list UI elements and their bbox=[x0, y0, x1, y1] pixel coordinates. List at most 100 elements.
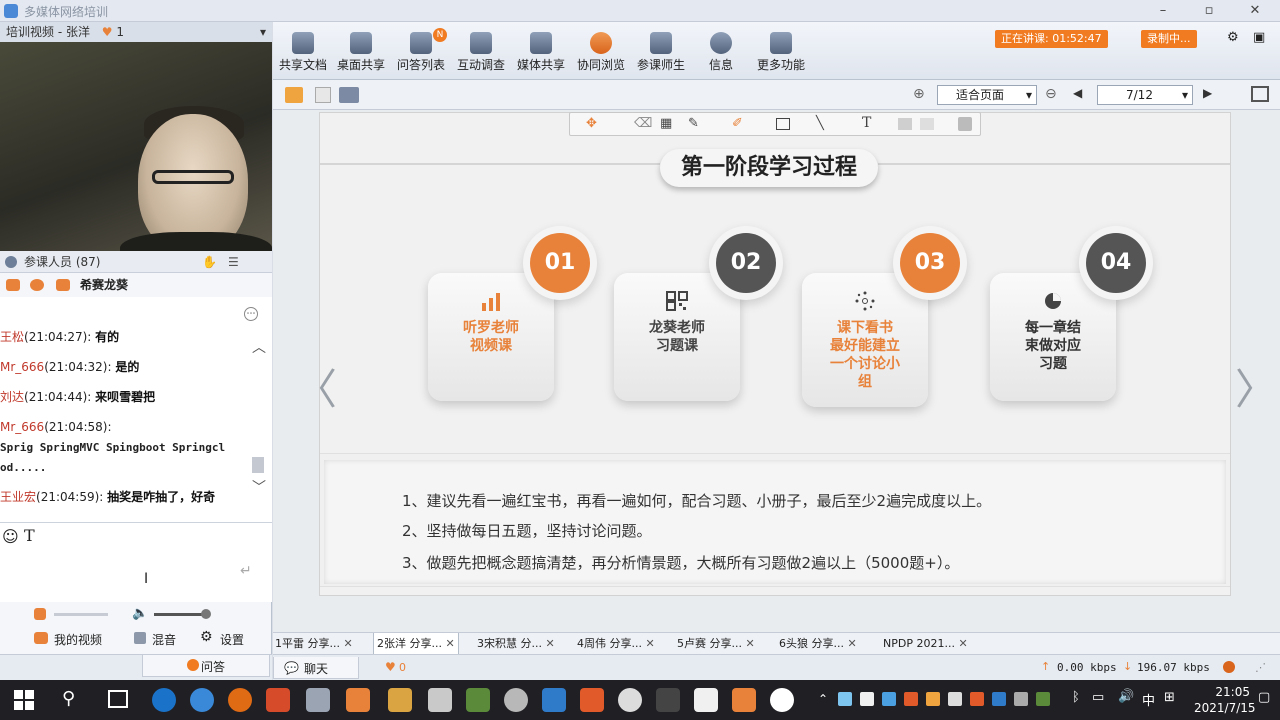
pointer-icon[interactable]: ✥ bbox=[586, 116, 597, 131]
next-page-icon[interactable]: ▶ bbox=[1203, 86, 1212, 100]
mix-button[interactable]: 混音 bbox=[152, 631, 176, 648]
resize-grip-icon[interactable]: ⋰ bbox=[1255, 661, 1266, 674]
wechat-icon[interactable] bbox=[618, 688, 642, 712]
speaker-volume-slider[interactable] bbox=[154, 613, 206, 616]
app-icon-refresh[interactable] bbox=[346, 688, 370, 712]
tray-icon[interactable] bbox=[992, 692, 1006, 706]
mic-icon[interactable] bbox=[6, 279, 20, 291]
mix-icon[interactable] bbox=[134, 632, 146, 644]
zoom-in-icon[interactable]: ⊕ bbox=[913, 86, 925, 102]
pen-icon[interactable] bbox=[56, 279, 70, 291]
app-icon-dark[interactable] bbox=[656, 688, 680, 712]
app-icon-red[interactable] bbox=[266, 688, 290, 712]
media-share-button[interactable]: 媒体共享 bbox=[511, 26, 571, 78]
page-select[interactable]: 7/12 ▾ bbox=[1097, 85, 1193, 105]
co-browse-button[interactable]: 协同浏览 bbox=[571, 26, 631, 78]
speaker-volume-handle[interactable] bbox=[201, 609, 211, 619]
notepad-icon[interactable] bbox=[306, 688, 330, 712]
clock[interactable]: 21:05 2021/7/15 bbox=[1194, 684, 1256, 716]
qa-list-button[interactable]: 问答列表 N bbox=[391, 26, 451, 78]
tray-icon[interactable] bbox=[970, 692, 984, 706]
next-slide-arrow[interactable]: 〉 bbox=[1235, 360, 1277, 420]
line-icon[interactable]: ╲ bbox=[816, 116, 824, 131]
bluetooth-icon[interactable]: ᛒ bbox=[1072, 690, 1080, 705]
doc-tab[interactable]: 3宋积慧 分... ✕ bbox=[477, 633, 555, 655]
tab-chat[interactable]: 💬 聊天 bbox=[273, 657, 359, 679]
send-icon[interactable]: ↵ bbox=[240, 563, 252, 579]
my-video-icon[interactable] bbox=[34, 632, 48, 644]
app-icon-c-orange[interactable] bbox=[732, 688, 756, 712]
task-view-icon[interactable] bbox=[108, 690, 128, 708]
tray-icon[interactable] bbox=[1036, 692, 1050, 706]
minimize-button[interactable]: – bbox=[1140, 0, 1186, 22]
tray-icon[interactable] bbox=[948, 692, 962, 706]
mic-volume-icon[interactable] bbox=[34, 608, 46, 620]
pen-tool-icon[interactable]: ✎ bbox=[688, 116, 699, 131]
prev-slide-arrow[interactable]: 〈 bbox=[295, 360, 337, 420]
volume-tray-icon[interactable]: 🔊 bbox=[1118, 689, 1134, 704]
network-tray-icon[interactable]: ▭ bbox=[1092, 690, 1104, 705]
screenshot-icon[interactable] bbox=[339, 87, 359, 103]
tray-up-icon[interactable]: ⌃ bbox=[818, 692, 828, 706]
app-icon-x[interactable] bbox=[580, 688, 604, 712]
ie-browser-icon[interactable] bbox=[152, 688, 176, 712]
zoom-select[interactable]: 适合页面 ▾ bbox=[937, 85, 1037, 105]
ime-indicator[interactable]: 中 bbox=[1142, 690, 1155, 709]
more-icon[interactable]: ⋯ bbox=[244, 307, 258, 321]
app-icon-white[interactable] bbox=[770, 688, 794, 712]
video-menu-icon[interactable]: ▾ bbox=[260, 22, 266, 42]
folder-icon[interactable] bbox=[388, 688, 412, 712]
participants-bar[interactable]: 参课人员 (87) ✋ ☰ bbox=[0, 251, 272, 273]
ime-mode-icon[interactable]: ⊞ bbox=[1164, 690, 1175, 705]
line-width-icon[interactable] bbox=[920, 118, 934, 130]
text-tool-icon[interactable]: T bbox=[862, 115, 871, 131]
participants-button[interactable]: 参课师生 bbox=[631, 26, 691, 78]
desktop-share-button[interactable]: 桌面共享 bbox=[331, 26, 391, 78]
tray-icon[interactable] bbox=[838, 692, 852, 706]
app-icon-blue-2[interactable] bbox=[542, 688, 566, 712]
info-button[interactable]: 信息 bbox=[691, 26, 751, 78]
lock-icon[interactable]: ▣ bbox=[1253, 30, 1265, 45]
doc-tab[interactable]: 6头狼 分享... ✕ bbox=[779, 633, 857, 655]
settings-button[interactable]: 设置 bbox=[220, 631, 244, 648]
like-heart-icon[interactable]: ♥ bbox=[385, 660, 396, 674]
tray-icon[interactable] bbox=[860, 692, 874, 706]
fill-icon[interactable] bbox=[898, 118, 912, 130]
close-button[interactable]: ✕ bbox=[1232, 0, 1278, 22]
app-icon-orange[interactable] bbox=[228, 688, 252, 712]
maximize-button[interactable]: ▫ bbox=[1186, 0, 1232, 22]
doc-tab[interactable]: NPDP 2021... ✕ bbox=[883, 633, 968, 655]
share-doc-button[interactable]: 共享文档 bbox=[273, 26, 333, 78]
fullscreen-icon[interactable] bbox=[1251, 86, 1269, 102]
paint-icon[interactable] bbox=[428, 688, 452, 712]
notification-icon[interactable]: ▢ bbox=[1258, 690, 1270, 705]
recording-badge[interactable]: 录制中... bbox=[1141, 30, 1197, 48]
camera-icon[interactable] bbox=[30, 279, 44, 291]
shield-icon[interactable] bbox=[466, 688, 490, 712]
hand-icon[interactable]: ✋ bbox=[202, 251, 217, 273]
open-folder-icon[interactable] bbox=[285, 87, 303, 103]
list-icon[interactable]: ☰ bbox=[228, 251, 239, 273]
text-format-icon[interactable]: T bbox=[24, 526, 35, 545]
tab-qa[interactable]: 问答 bbox=[142, 655, 270, 677]
emoji-icon[interactable]: ☺ bbox=[2, 527, 19, 546]
doc-tab[interactable]: 4周伟 分享... ✕ bbox=[577, 633, 655, 655]
gear-icon[interactable]: ⚙ bbox=[1227, 30, 1239, 45]
eraser-icon[interactable]: ⌫ bbox=[634, 116, 652, 131]
app-icon-c[interactable] bbox=[694, 688, 718, 712]
clear-icon[interactable]: ▦ bbox=[660, 116, 672, 131]
tray-icon[interactable] bbox=[882, 692, 896, 706]
tray-icon[interactable] bbox=[1014, 692, 1028, 706]
more-features-button[interactable]: 更多功能 bbox=[751, 26, 811, 78]
speaker-icon[interactable]: 🔈 bbox=[132, 606, 148, 621]
rectangle-icon[interactable] bbox=[776, 118, 790, 130]
new-page-icon[interactable] bbox=[315, 87, 331, 103]
app-icon-blue[interactable] bbox=[190, 688, 214, 712]
app-icon-gray[interactable] bbox=[504, 688, 528, 712]
interactive-survey-button[interactable]: 互动调查 bbox=[451, 26, 511, 78]
doc-tab-active[interactable]: 2张洋 分享... ✕ bbox=[373, 633, 459, 655]
windows-start-icon[interactable] bbox=[12, 688, 36, 712]
search-icon[interactable]: ⚲ bbox=[62, 688, 75, 709]
chat-input[interactable]: ☺ T Ⅰ ↵ bbox=[0, 522, 272, 602]
mic-volume-slider[interactable] bbox=[54, 613, 108, 616]
